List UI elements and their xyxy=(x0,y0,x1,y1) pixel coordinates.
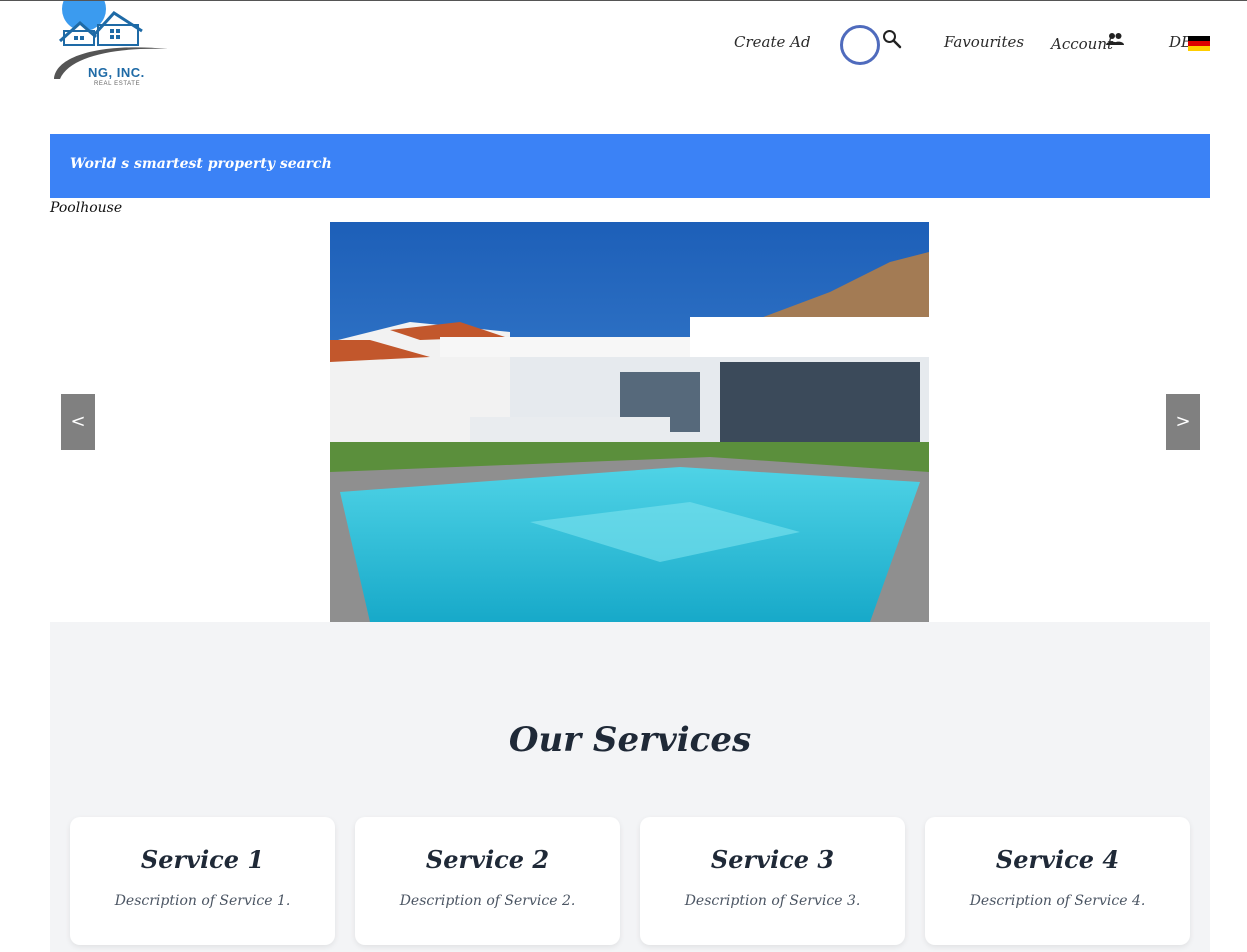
search-icon[interactable] xyxy=(882,29,902,49)
service-title: Service 3 xyxy=(710,845,835,874)
nav-account-link[interactable]: Account xyxy=(1051,35,1113,53)
services-section: Our Services Service 1 Description of Se… xyxy=(50,622,1210,952)
service-description: Description of Service 2. xyxy=(399,893,576,909)
service-description: Description of Service 4. xyxy=(969,893,1146,909)
slider-prev-button[interactable]: < xyxy=(61,394,95,450)
slide-caption: Poolhouse xyxy=(50,200,123,216)
nav-create-ad-link[interactable]: Create Ad xyxy=(734,33,811,51)
service-description: Description of Service 3. xyxy=(684,893,861,909)
hero-banner: World s smartest property search xyxy=(50,134,1210,198)
services-heading: Our Services xyxy=(508,720,752,760)
service-title: Service 1 xyxy=(140,845,265,874)
service-card[interactable]: Service 3 Description of Service 3. xyxy=(640,817,905,945)
service-description: Description of Service 1. xyxy=(114,893,291,909)
germany-flag-icon[interactable] xyxy=(1188,36,1210,51)
service-title: Service 4 xyxy=(995,845,1120,874)
service-title: Service 2 xyxy=(425,845,550,874)
service-card[interactable]: Service 1 Description of Service 1. xyxy=(70,817,335,945)
search-toggle-button[interactable] xyxy=(840,25,880,65)
service-card[interactable]: Service 4 Description of Service 4. xyxy=(925,817,1190,945)
property-image xyxy=(330,222,929,622)
people-icon[interactable] xyxy=(1106,32,1124,46)
service-card[interactable]: Service 2 Description of Service 2. xyxy=(355,817,620,945)
nav-favourites-link[interactable]: Favourites xyxy=(944,33,1024,51)
top-navigation: Create Ad Favourites Account DE xyxy=(0,1,1247,91)
slider-next-button[interactable]: > xyxy=(1166,394,1200,450)
banner-tagline: World s smartest property search xyxy=(70,156,332,172)
